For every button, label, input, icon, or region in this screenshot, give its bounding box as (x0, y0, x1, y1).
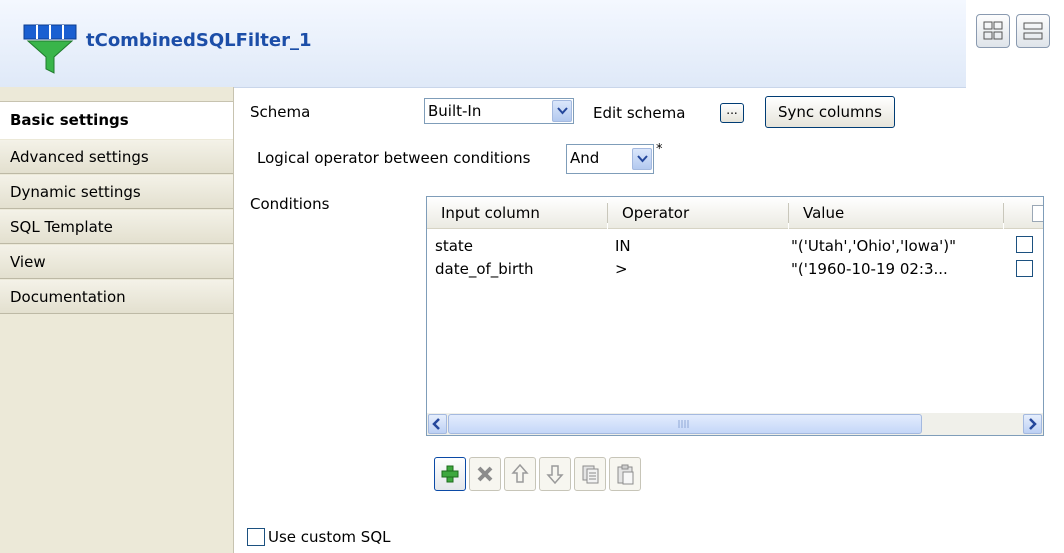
tab-advanced-settings[interactable]: Advanced settings (0, 140, 233, 174)
logical-operator-value: And (570, 149, 600, 167)
column-header-value[interactable]: Value (789, 197, 1003, 229)
table-row-2-checkbox[interactable] (1016, 260, 1033, 277)
edit-schema-button[interactable]: ... (720, 103, 744, 123)
column-header-input-column[interactable]: Input column (427, 197, 607, 229)
schema-select-value: Built-In (428, 102, 482, 120)
schema-label: Schema (250, 103, 311, 121)
delete-row-button[interactable] (469, 457, 501, 491)
add-icon (441, 465, 459, 483)
use-custom-sql-label: Use custom SQL (268, 528, 391, 546)
column-header-operator[interactable]: Operator (608, 197, 788, 229)
sync-columns-button[interactable]: Sync columns (765, 96, 895, 128)
copy-button[interactable] (574, 457, 606, 491)
table-row-1-operator[interactable]: IN (615, 235, 785, 258)
chevron-down-icon[interactable] (552, 100, 572, 122)
table-row-2-operator[interactable]: > (615, 258, 785, 281)
list-view-icon[interactable] (1016, 14, 1050, 48)
move-down-icon (546, 465, 564, 485)
edit-schema-label: Edit schema (593, 104, 686, 122)
table-row-1-input-column[interactable]: state (435, 235, 605, 258)
paste-button[interactable] (609, 457, 641, 491)
move-up-icon (511, 463, 529, 483)
conditions-table[interactable]: Input column Operator Value state IN "('… (426, 196, 1044, 436)
grid-view-icon[interactable] (976, 14, 1010, 48)
use-custom-sql-checkbox[interactable] (247, 528, 265, 546)
schema-select[interactable]: Built-In (424, 98, 574, 124)
horizontal-scrollbar[interactable] (427, 413, 1043, 435)
tab-sql-template[interactable]: SQL Template (0, 210, 233, 244)
filter-component-icon (23, 24, 77, 74)
tab-view[interactable]: View (0, 245, 233, 279)
move-up-button[interactable] (504, 457, 536, 491)
chevron-down-icon[interactable] (632, 148, 652, 170)
copy-icon (582, 465, 599, 484)
tab-documentation[interactable]: Documentation (0, 280, 233, 314)
table-row-2-value[interactable]: "('1960-10-19 02:3... (791, 258, 1001, 281)
logical-operator-label: Logical operator between conditions (257, 149, 531, 167)
settings-sidebar: Basic settings Advanced settings Dynamic… (0, 87, 234, 553)
tab-basic-settings[interactable]: Basic settings (0, 102, 233, 139)
conditions-label: Conditions (250, 195, 330, 213)
paste-icon (617, 464, 634, 485)
add-row-button[interactable] (434, 457, 466, 491)
scrollbar-thumb[interactable] (448, 414, 922, 434)
component-title: tCombinedSQLFilter_1 (86, 30, 312, 51)
header-checkbox[interactable] (1032, 205, 1043, 222)
scroll-right-icon[interactable] (1023, 414, 1042, 434)
required-marker: * (656, 142, 663, 157)
move-down-button[interactable] (539, 457, 571, 491)
table-row-2-input-column[interactable]: date_of_birth (435, 258, 605, 281)
delete-icon (477, 466, 493, 482)
table-row-1-value[interactable]: "('Utah','Ohio','Iowa')" (791, 235, 1001, 258)
tab-dynamic-settings[interactable]: Dynamic settings (0, 175, 233, 209)
header-toolbar (966, 0, 1064, 87)
component-header: tCombinedSQLFilter_1 (0, 0, 966, 88)
column-header-checkbox[interactable] (1004, 197, 1043, 229)
logical-operator-select[interactable]: And (566, 144, 654, 174)
scroll-left-icon[interactable] (428, 414, 447, 434)
table-row-1-checkbox[interactable] (1016, 236, 1033, 253)
